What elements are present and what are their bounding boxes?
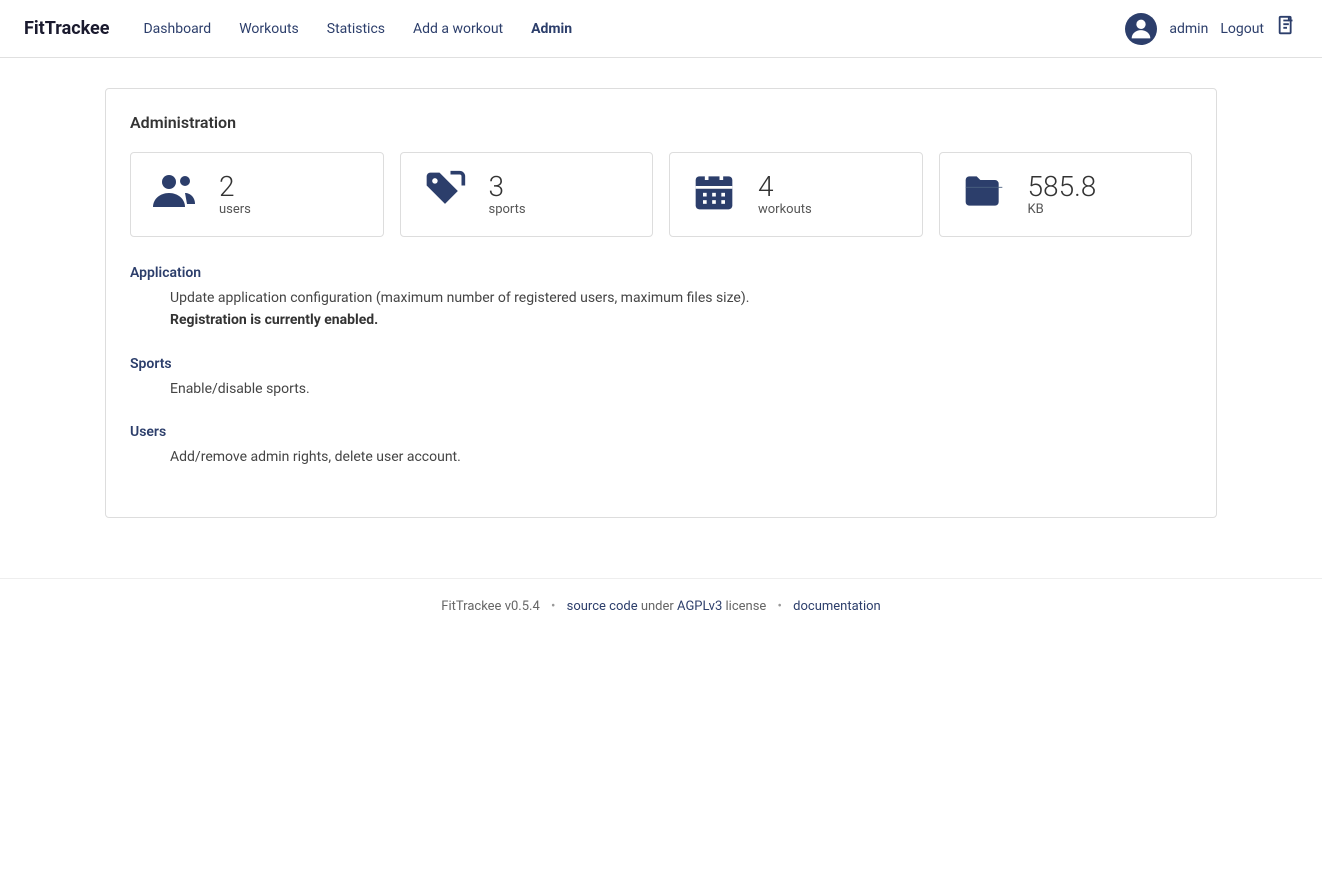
navbar: FitTrackee Dashboard Workouts Statistics… (0, 0, 1322, 58)
footer-license-word: license (726, 599, 767, 614)
workouts-label: workouts (758, 202, 812, 217)
footer-docs[interactable]: documentation (793, 599, 881, 614)
application-desc: Update application configuration (maximu… (170, 287, 1192, 332)
storage-label: KB (1028, 202, 1044, 217)
user-circle-icon (1127, 15, 1155, 43)
footer-license-text-pre: under (641, 599, 677, 614)
footer-brand: FitTrackee (441, 599, 501, 614)
stat-cards: 2 users 3 sports (130, 152, 1192, 237)
footer: FitTrackee v0.5.4 • source code under AG… (0, 578, 1322, 634)
footer-license-link[interactable]: AGPLv3 (677, 599, 722, 614)
main-content: Administration 2 users (81, 88, 1241, 518)
sports-title[interactable]: Sports (130, 356, 1192, 372)
avatar[interactable] (1125, 13, 1157, 45)
footer-version: v0.5.4 (505, 599, 540, 614)
nav-dashboard[interactable]: Dashboard (133, 17, 221, 41)
sports-desc-text: Enable/disable sports. (170, 381, 310, 397)
footer-dot-2: • (778, 599, 782, 614)
stat-card-storage: 585.8 KB (939, 152, 1193, 237)
calendar-icon (690, 169, 738, 220)
sports-label: sports (489, 202, 526, 217)
nav-admin[interactable]: Admin (521, 17, 582, 41)
sports-count: 3 (489, 172, 505, 203)
users-section: Users Add/remove admin rights, delete us… (130, 424, 1192, 468)
stat-card-users: 2 users (130, 152, 384, 237)
nav-add-workout[interactable]: Add a workout (403, 17, 513, 41)
sports-desc: Enable/disable sports. (170, 378, 1192, 400)
tag-icon (421, 169, 469, 220)
sports-section: Sports Enable/disable sports. (130, 356, 1192, 400)
brand-logo[interactable]: FitTrackee (24, 18, 109, 39)
footer-dot-1: • (551, 599, 555, 614)
username-label: admin (1169, 21, 1208, 37)
footer-source-code[interactable]: source code (567, 599, 638, 614)
application-section: Application Update application configura… (130, 265, 1192, 332)
stat-info-workouts: 4 workouts (758, 172, 812, 218)
nav-workouts[interactable]: Workouts (229, 17, 309, 41)
logout-link[interactable]: Logout (1220, 21, 1264, 37)
stat-info-storage: 585.8 KB (1028, 172, 1097, 218)
folder-icon (960, 169, 1008, 220)
admin-panel: Administration 2 users (105, 88, 1217, 518)
users-count: 2 (219, 172, 235, 203)
stat-card-workouts: 4 workouts (669, 152, 923, 237)
doc-icon[interactable] (1276, 15, 1298, 42)
stat-info-users: 2 users (219, 172, 251, 218)
nav-right: admin Logout (1125, 13, 1298, 45)
nav-statistics[interactable]: Statistics (317, 17, 395, 41)
users-title[interactable]: Users (130, 424, 1192, 440)
stat-info-sports: 3 sports (489, 172, 526, 218)
admin-title: Administration (130, 113, 1192, 132)
registration-status: Registration is currently enabled. (170, 312, 378, 328)
application-desc-text: Update application configuration (maximu… (170, 290, 749, 306)
users-icon (151, 169, 199, 220)
application-title[interactable]: Application (130, 265, 1192, 281)
storage-value: 585.8 (1028, 172, 1097, 203)
workouts-count: 4 (758, 172, 774, 203)
users-desc-text: Add/remove admin rights, delete user acc… (170, 449, 461, 465)
stat-card-sports: 3 sports (400, 152, 654, 237)
users-label: users (219, 202, 251, 217)
users-desc: Add/remove admin rights, delete user acc… (170, 446, 1192, 468)
